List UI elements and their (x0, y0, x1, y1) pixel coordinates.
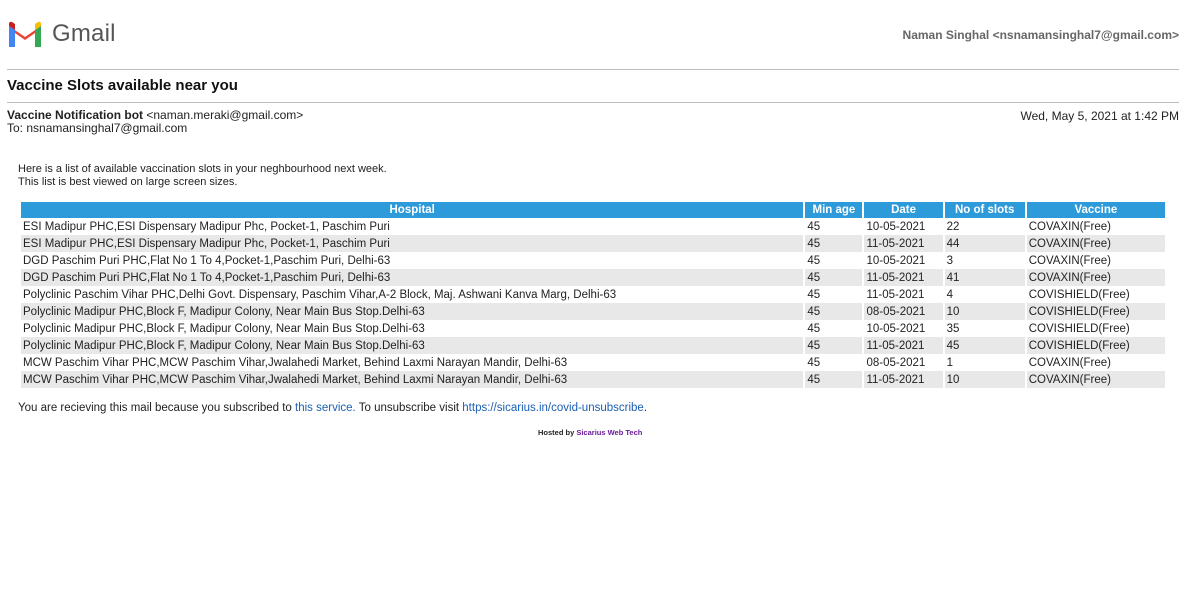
vaccine-cell: COVAXIN(Free) (1026, 218, 1165, 235)
table-row: Polyclinic Paschim Vihar PHC,Delhi Govt.… (21, 286, 1165, 303)
min-age-cell: 45 (805, 354, 863, 371)
date-cell: 11-05-2021 (864, 337, 943, 354)
vaccine-cell: COVAXIN(Free) (1026, 371, 1165, 388)
column-header-hospital: Hospital (21, 202, 804, 218)
notice-text: . (643, 402, 648, 414)
table-row: Polyclinic Madipur PHC,Block F, Madipur … (21, 320, 1165, 337)
unsubscribe-link[interactable]: https://sicarius.in/covid-unsubscribe (462, 402, 644, 414)
hospital-cell: DGD Paschim Puri PHC,Flat No 1 To 4,Pock… (21, 269, 804, 286)
vaccine-cell: COVAXIN(Free) (1026, 235, 1165, 252)
date-cell: 10-05-2021 (864, 252, 943, 269)
gmail-logo-icon (9, 21, 41, 47)
date-cell: 10-05-2021 (864, 218, 943, 235)
column-header-vaccine: Vaccine (1026, 202, 1165, 218)
recipient-line: To: nsnamansinghal7@gmail.com (7, 121, 188, 135)
vaccine-cell: COVAXIN(Free) (1026, 269, 1165, 286)
date-cell: 11-05-2021 (864, 371, 943, 388)
gmail-wordmark: Gmail (52, 20, 116, 47)
email-date: Wed, May 5, 2021 at 1:42 PM (1020, 109, 1179, 123)
vaccine-slots-table: Hospital Min age Date No of slots Vaccin… (19, 202, 1167, 388)
table-row: Polyclinic Madipur PHC,Block F, Madipur … (21, 337, 1165, 354)
hospital-cell: Polyclinic Madipur PHC,Block F, Madipur … (21, 320, 804, 337)
min-age-cell: 45 (805, 337, 863, 354)
hosted-by-text: Hosted by (538, 428, 577, 437)
min-age-cell: 45 (805, 235, 863, 252)
date-cell: 11-05-2021 (864, 286, 943, 303)
table-row: ESI Madipur PHC,ESI Dispensary Madipur P… (21, 218, 1165, 235)
min-age-cell: 45 (805, 303, 863, 320)
sender-block: Vaccine Notification bot <naman.meraki@g… (7, 109, 303, 135)
slots-cell: 41 (944, 269, 1025, 286)
min-age-cell: 45 (805, 286, 863, 303)
column-header-slots: No of slots (944, 202, 1025, 218)
vaccine-cell: COVAXIN(Free) (1026, 354, 1165, 371)
hospital-cell: ESI Madipur PHC,ESI Dispensary Madipur P… (21, 235, 804, 252)
table-row: MCW Paschim Vihar PHC,MCW Paschim Vihar,… (21, 371, 1165, 388)
table-row: DGD Paschim Puri PHC,Flat No 1 To 4,Pock… (21, 269, 1165, 286)
subscription-notice: You are recieving this mail because you … (18, 402, 647, 414)
vaccine-cell: COVISHIELD(Free) (1026, 286, 1165, 303)
date-cell: 08-05-2021 (864, 303, 943, 320)
vaccine-cell: COVAXIN(Free) (1026, 252, 1165, 269)
notice-text: To unsubscribe visit (355, 402, 463, 414)
slots-cell: 45 (944, 337, 1025, 354)
table-row: ESI Madipur PHC,ESI Dispensary Madipur P… (21, 235, 1165, 252)
date-cell: 10-05-2021 (864, 320, 943, 337)
vaccine-cell: COVISHIELD(Free) (1026, 320, 1165, 337)
hospital-cell: Polyclinic Madipur PHC,Block F, Madipur … (21, 303, 804, 320)
date-cell: 11-05-2021 (864, 235, 943, 252)
column-header-date: Date (864, 202, 943, 218)
vaccine-cell: COVISHIELD(Free) (1026, 337, 1165, 354)
date-cell: 11-05-2021 (864, 269, 943, 286)
sender-address: <naman.meraki@gmail.com> (146, 108, 304, 122)
table-header-row: Hospital Min age Date No of slots Vaccin… (21, 202, 1165, 218)
hospital-cell: MCW Paschim Vihar PHC,MCW Paschim Vihar,… (21, 354, 804, 371)
hosted-by: Hosted by Sicarius Web Tech (538, 428, 642, 437)
date-cell: 08-05-2021 (864, 354, 943, 371)
gmail-header: Gmail Naman Singhal <nsnamansinghal7@gma… (0, 0, 1186, 70)
service-link[interactable]: this service. (295, 402, 356, 414)
intro-line: Here is a list of available vaccination … (18, 163, 387, 175)
slots-cell: 44 (944, 235, 1025, 252)
table-row: MCW Paschim Vihar PHC,MCW Paschim Vihar,… (21, 354, 1165, 371)
subject-divider (7, 102, 1179, 103)
slots-cell: 3 (944, 252, 1025, 269)
email-subject: Vaccine Slots available near you (7, 77, 238, 94)
min-age-cell: 45 (805, 252, 863, 269)
table-row: Polyclinic Madipur PHC,Block F, Madipur … (21, 303, 1165, 320)
account-label: Naman Singhal <nsnamansinghal7@gmail.com… (902, 28, 1179, 42)
hospital-cell: MCW Paschim Vihar PHC,MCW Paschim Vihar,… (21, 371, 804, 388)
min-age-cell: 45 (805, 218, 863, 235)
vaccine-cell: COVISHIELD(Free) (1026, 303, 1165, 320)
min-age-cell: 45 (805, 320, 863, 337)
hospital-cell: ESI Madipur PHC,ESI Dispensary Madipur P… (21, 218, 804, 235)
notice-text: You are recieving this mail because you … (18, 402, 296, 414)
slots-cell: 4 (944, 286, 1025, 303)
email-intro: Here is a list of available vaccination … (18, 163, 387, 189)
sicarius-link[interactable]: Sicarius Web Tech (576, 428, 642, 437)
table-row: DGD Paschim Puri PHC,Flat No 1 To 4,Pock… (21, 252, 1165, 269)
slots-cell: 22 (944, 218, 1025, 235)
min-age-cell: 45 (805, 371, 863, 388)
column-header-min-age: Min age (805, 202, 863, 218)
slots-cell: 35 (944, 320, 1025, 337)
sender-name: Vaccine Notification bot (7, 108, 144, 122)
hospital-cell: DGD Paschim Puri PHC,Flat No 1 To 4,Pock… (21, 252, 804, 269)
intro-line: This list is best viewed on large screen… (18, 176, 238, 188)
hospital-cell: Polyclinic Paschim Vihar PHC,Delhi Govt.… (21, 286, 804, 303)
slots-cell: 10 (944, 371, 1025, 388)
min-age-cell: 45 (805, 269, 863, 286)
header-divider (7, 69, 1179, 70)
hospital-cell: Polyclinic Madipur PHC,Block F, Madipur … (21, 337, 804, 354)
slots-cell: 10 (944, 303, 1025, 320)
slots-cell: 1 (944, 354, 1025, 371)
